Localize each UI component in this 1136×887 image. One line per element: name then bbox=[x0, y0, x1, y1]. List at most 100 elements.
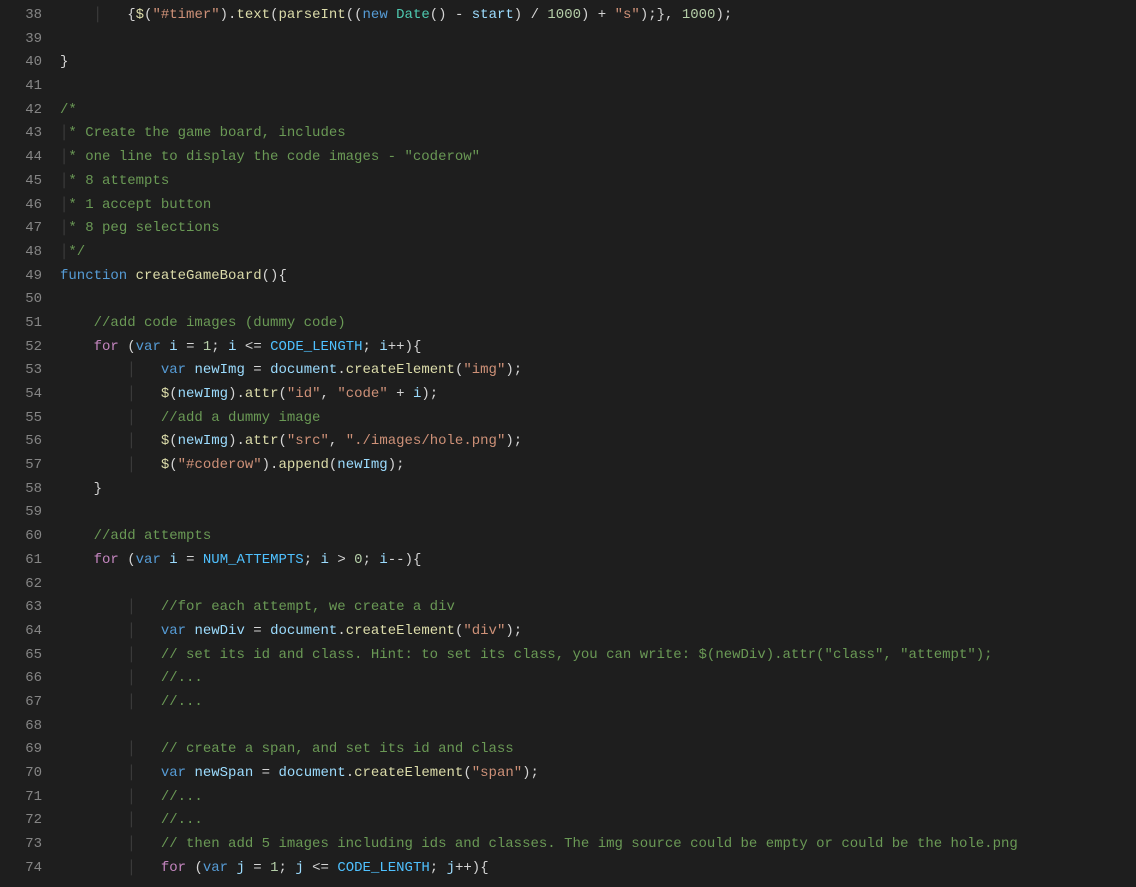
code-line[interactable]: │ $(newImg).attr("id", "code" + i); bbox=[60, 383, 1136, 407]
token-op: ; bbox=[211, 339, 228, 355]
token-op: ); bbox=[505, 362, 522, 378]
line-number: 73 bbox=[0, 833, 60, 857]
code-line[interactable]: │* 8 peg selections bbox=[60, 217, 1136, 241]
code-line[interactable]: for (var i = NUM_ATTEMPTS; i > 0; i--){ bbox=[60, 549, 1136, 573]
line-number: 57 bbox=[0, 454, 60, 478]
code-line[interactable] bbox=[60, 28, 1136, 52]
code-line[interactable] bbox=[60, 288, 1136, 312]
code-line[interactable]: │ var newDiv = document.createElement("d… bbox=[60, 620, 1136, 644]
code-line[interactable]: │ // set its id and class. Hint: to set … bbox=[60, 644, 1136, 668]
token-op: ); bbox=[505, 433, 522, 449]
code-line[interactable]: //add attempts bbox=[60, 525, 1136, 549]
token-op: ; bbox=[304, 552, 321, 568]
line-number: 55 bbox=[0, 407, 60, 431]
token-kw: var bbox=[136, 339, 161, 355]
code-line[interactable]: │* Create the game board, includes bbox=[60, 122, 1136, 146]
code-line[interactable]: │ {$("#timer").text(parseInt((new Date()… bbox=[60, 4, 1136, 28]
line-number: 66 bbox=[0, 667, 60, 691]
line-number: 54 bbox=[0, 383, 60, 407]
token-op: } bbox=[94, 481, 102, 497]
token-var: newImg bbox=[178, 386, 228, 402]
code-line[interactable]: │ //for each attempt, we create a div bbox=[60, 596, 1136, 620]
code-line[interactable]: │ for (var j = 1; j <= CODE_LENGTH; j++)… bbox=[60, 857, 1136, 881]
token-op: ++){ bbox=[388, 339, 422, 355]
code-line[interactable]: │ //... bbox=[60, 786, 1136, 810]
token-fn: append bbox=[278, 457, 328, 473]
code-line[interactable]: │ $(newImg).attr("src", "./images/hole.p… bbox=[60, 430, 1136, 454]
line-number: 49 bbox=[0, 265, 60, 289]
token-var: newImg bbox=[337, 457, 387, 473]
code-line[interactable] bbox=[60, 573, 1136, 597]
token-op: ) / bbox=[514, 7, 548, 23]
token-fn: createGameBoard bbox=[136, 268, 262, 284]
token-op bbox=[127, 268, 135, 284]
token-op: > bbox=[329, 552, 354, 568]
token-str: "img" bbox=[463, 362, 505, 378]
code-line[interactable]: } bbox=[60, 478, 1136, 502]
token-op: ( bbox=[169, 433, 177, 449]
line-number: 56 bbox=[0, 430, 60, 454]
code-line[interactable]: │ //add a dummy image bbox=[60, 407, 1136, 431]
code-line[interactable]: │ //... bbox=[60, 691, 1136, 715]
code-line[interactable]: │ // create a span, and set its id and c… bbox=[60, 738, 1136, 762]
token-op: ( bbox=[169, 386, 177, 402]
code-line[interactable] bbox=[60, 715, 1136, 739]
code-line[interactable]: │ $("#coderow").append(newImg); bbox=[60, 454, 1136, 478]
line-number: 39 bbox=[0, 28, 60, 52]
token-cm: //... bbox=[161, 670, 203, 686]
code-line[interactable]: │* 1 accept button bbox=[60, 194, 1136, 218]
code-line[interactable]: /* bbox=[60, 99, 1136, 123]
token-op: } bbox=[60, 54, 68, 70]
line-number: 46 bbox=[0, 194, 60, 218]
token-op: = bbox=[245, 623, 270, 639]
token-str: "s" bbox=[615, 7, 640, 23]
token-op: ); bbox=[522, 765, 539, 781]
code-line[interactable]: │ var newSpan = document.createElement("… bbox=[60, 762, 1136, 786]
token-kw: var bbox=[161, 362, 186, 378]
code-line[interactable]: │*/ bbox=[60, 241, 1136, 265]
token-guide: │ bbox=[127, 433, 161, 449]
code-content[interactable]: │ {$("#timer").text(parseInt((new Date()… bbox=[60, 0, 1136, 887]
code-line[interactable]: │ // then add 5 images including ids and… bbox=[60, 833, 1136, 857]
token-guide: │ bbox=[127, 457, 161, 473]
code-line[interactable]: │* one line to display the code images -… bbox=[60, 146, 1136, 170]
token-var: i bbox=[169, 339, 177, 355]
token-cm: //... bbox=[161, 812, 203, 828]
token-guide: │ bbox=[127, 789, 161, 805]
token-cm: // set its id and class. Hint: to set it… bbox=[161, 647, 993, 663]
token-fn: createElement bbox=[354, 765, 463, 781]
token-op: <= bbox=[237, 339, 271, 355]
code-line[interactable]: for (var i = 1; i <= CODE_LENGTH; i++){ bbox=[60, 336, 1136, 360]
token-op: (( bbox=[346, 7, 363, 23]
token-kw: var bbox=[203, 860, 228, 876]
token-op: , bbox=[321, 386, 338, 402]
code-line[interactable]: │* 8 attempts bbox=[60, 170, 1136, 194]
token-num: 1 bbox=[270, 860, 278, 876]
code-line[interactable]: function createGameBoard(){ bbox=[60, 265, 1136, 289]
code-line[interactable]: │ //... bbox=[60, 667, 1136, 691]
token-var: i bbox=[379, 339, 387, 355]
code-line[interactable] bbox=[60, 501, 1136, 525]
token-op: ); bbox=[505, 623, 522, 639]
token-kw: function bbox=[60, 268, 127, 284]
line-number: 64 bbox=[0, 620, 60, 644]
code-editor[interactable]: 3839404142434445464748495051525354555657… bbox=[0, 0, 1136, 887]
token-cm: * 1 accept button bbox=[68, 197, 211, 213]
code-line[interactable]: //add code images (dummy code) bbox=[60, 312, 1136, 336]
line-number: 38 bbox=[0, 4, 60, 28]
code-line[interactable] bbox=[60, 75, 1136, 99]
code-line[interactable]: │ //... bbox=[60, 809, 1136, 833]
token-guide: │ bbox=[127, 623, 161, 639]
token-op: ( bbox=[186, 860, 203, 876]
line-number: 62 bbox=[0, 573, 60, 597]
token-var: start bbox=[472, 7, 514, 23]
code-line[interactable]: } bbox=[60, 51, 1136, 75]
token-cm: * one line to display the code images - … bbox=[68, 149, 480, 165]
token-var: j bbox=[447, 860, 455, 876]
token-op bbox=[388, 7, 396, 23]
code-line[interactable]: │ var newImg = document.createElement("i… bbox=[60, 359, 1136, 383]
token-op: ); bbox=[715, 7, 732, 23]
token-op: ( bbox=[119, 552, 136, 568]
token-fn: $ bbox=[136, 7, 144, 23]
token-var: i bbox=[321, 552, 329, 568]
